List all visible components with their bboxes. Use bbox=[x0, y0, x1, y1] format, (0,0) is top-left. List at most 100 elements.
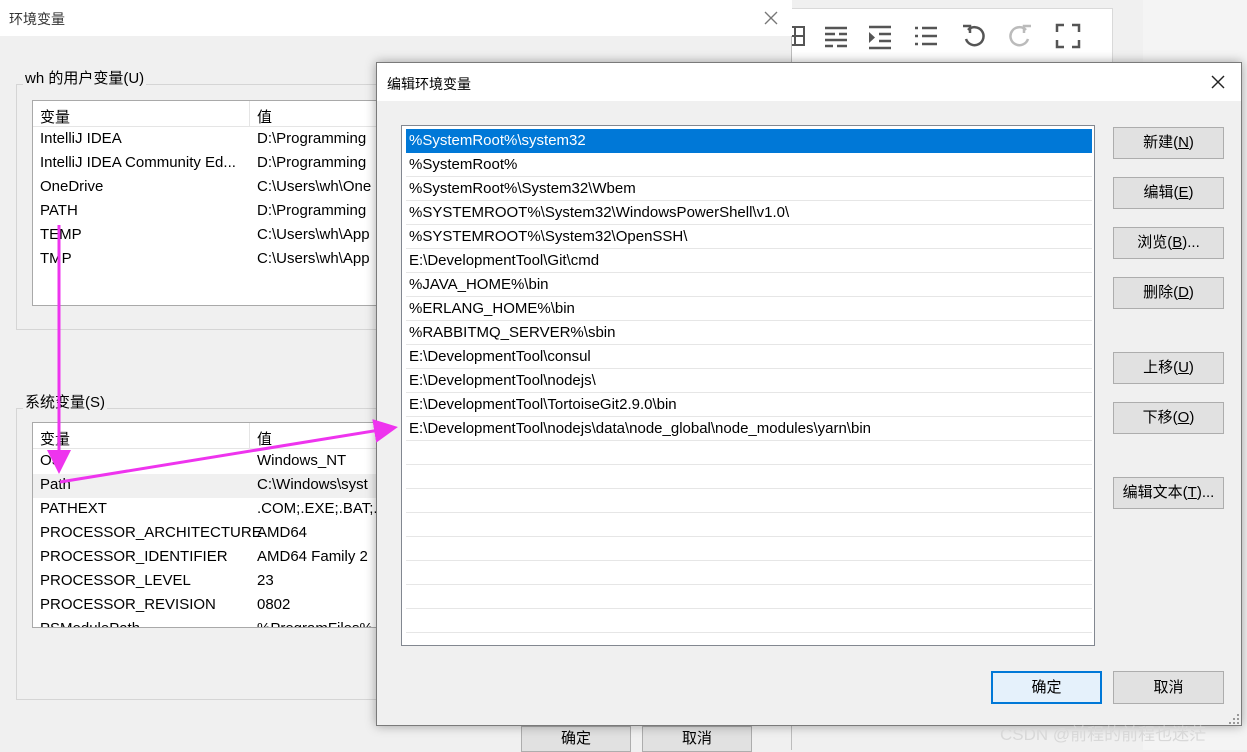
path-item[interactable]: E:\DevelopmentTool\consul bbox=[406, 345, 1092, 369]
column-header-name[interactable]: 变量 bbox=[40, 428, 70, 449]
var-value: %ProgramFiles% bbox=[257, 620, 373, 627]
edit-text-button[interactable]: 编辑文本(T)... bbox=[1113, 477, 1224, 509]
table-row[interactable]: PATHEXT .COM;.EXE;.BAT;. bbox=[33, 498, 391, 522]
var-value: Windows_NT bbox=[257, 452, 347, 469]
path-item[interactable]: E:\DevelopmentTool\nodejs\data\node_glob… bbox=[406, 417, 1092, 441]
table-row[interactable]: PATH D:\Programming bbox=[33, 200, 391, 224]
button-label-tail: ) bbox=[1188, 284, 1194, 301]
var-value: AMD64 Family 2 bbox=[257, 548, 368, 565]
list-icon[interactable] bbox=[911, 21, 941, 51]
path-list[interactable]: %SystemRoot%\system32 %SystemRoot% %Syst… bbox=[401, 125, 1095, 646]
ok-button[interactable]: 确定 bbox=[991, 671, 1102, 704]
path-item[interactable]: E:\DevelopmentTool\nodejs\ bbox=[406, 369, 1092, 393]
var-value: C:\Users\wh\App bbox=[257, 226, 370, 243]
access-key: N bbox=[1178, 134, 1189, 151]
table-row[interactable]: PROCESSOR_ARCHITECTURE AMD64 bbox=[33, 522, 391, 546]
button-label-tail: )... bbox=[1182, 234, 1200, 251]
column-header-value[interactable]: 值 bbox=[257, 428, 272, 449]
path-item[interactable]: %JAVA_HOME%\bin bbox=[406, 273, 1092, 297]
table-row-path[interactable]: Path C:\Windows\syst bbox=[33, 474, 391, 498]
var-value: 23 bbox=[257, 572, 274, 589]
path-item[interactable]: %SystemRoot%\system32 bbox=[406, 129, 1092, 153]
move-down-button[interactable]: 下移(O) bbox=[1113, 402, 1224, 434]
button-label-tail: ) bbox=[1188, 134, 1194, 151]
path-item[interactable]: %SystemRoot%\System32\Wbem bbox=[406, 177, 1092, 201]
var-value: C:\Users\wh\One bbox=[257, 178, 372, 195]
path-item[interactable]: %SystemRoot% bbox=[406, 153, 1092, 177]
var-value: D:\Programming bbox=[257, 130, 367, 147]
empty-row[interactable] bbox=[406, 441, 1092, 465]
var-value: .COM;.EXE;.BAT;. bbox=[257, 500, 378, 517]
empty-row[interactable] bbox=[406, 513, 1092, 537]
undo-icon[interactable] bbox=[959, 21, 989, 51]
fullscreen-icon[interactable] bbox=[1053, 21, 1083, 51]
indent-icon[interactable] bbox=[865, 21, 895, 51]
table-row[interactable]: OS Windows_NT bbox=[33, 450, 391, 474]
system-vars-list[interactable]: 变量 值 OS Windows_NT Path C:\Windows\syst PA… bbox=[32, 422, 392, 628]
access-key: B bbox=[1172, 234, 1183, 251]
var-value: D:\Programming bbox=[257, 202, 367, 219]
path-item[interactable]: E:\DevelopmentTool\TortoiseGit2.9.0\bin bbox=[406, 393, 1092, 417]
button-label: 新建( bbox=[1143, 134, 1179, 151]
user-vars-list[interactable]: 变量 值 IntelliJ IDEA D:\Programming Intelli… bbox=[32, 100, 392, 306]
list-header: 变量 值 bbox=[33, 423, 391, 449]
var-value: C:\Users\wh\App bbox=[257, 250, 370, 267]
cancel-button[interactable]: 取消 bbox=[1113, 671, 1224, 704]
env-ok-button[interactable]: 确定 bbox=[521, 726, 631, 752]
table-row[interactable]: OneDrive C:\Users\wh\One bbox=[33, 176, 391, 200]
path-item[interactable]: %RABBITMQ_SERVER%\sbin bbox=[406, 321, 1092, 345]
env-cancel-button[interactable]: 取消 bbox=[642, 726, 752, 752]
path-item[interactable]: %SYSTEMROOT%\System32\WindowsPowerShell\… bbox=[406, 201, 1092, 225]
new-button[interactable]: 新建(N) bbox=[1113, 127, 1224, 159]
var-name: PROCESSOR_REVISION bbox=[40, 596, 216, 613]
var-value: 0802 bbox=[257, 596, 291, 613]
table-row[interactable]: PROCESSOR_IDENTIFIER AMD64 Family 2 bbox=[33, 546, 391, 570]
table-row[interactable]: IntelliJ IDEA D:\Programming bbox=[33, 128, 391, 152]
move-up-button[interactable]: 上移(U) bbox=[1113, 352, 1224, 384]
path-item[interactable]: E:\DevelopmentTool\Git\cmd bbox=[406, 249, 1092, 273]
browse-button[interactable]: 浏览(B)... bbox=[1113, 227, 1224, 259]
column-header-name[interactable]: 变量 bbox=[40, 106, 70, 127]
access-key: D bbox=[1178, 284, 1189, 301]
empty-row[interactable] bbox=[406, 609, 1092, 633]
var-name: PATH bbox=[40, 202, 78, 219]
resize-grip-icon[interactable] bbox=[1228, 712, 1240, 724]
close-icon[interactable] bbox=[1207, 71, 1229, 93]
path-item[interactable]: %SYSTEMROOT%\System32\OpenSSH\ bbox=[406, 225, 1092, 249]
delete-button[interactable]: 删除(D) bbox=[1113, 277, 1224, 309]
button-label: 下移( bbox=[1142, 409, 1178, 426]
var-name: TEMP bbox=[40, 226, 82, 243]
button-label-tail: )... bbox=[1196, 484, 1215, 501]
access-key: T bbox=[1187, 484, 1197, 501]
table-row[interactable]: TMP C:\Users\wh\App bbox=[33, 248, 391, 272]
button-label-tail: ) bbox=[1188, 359, 1194, 376]
var-name: OS bbox=[40, 452, 62, 469]
redo-icon[interactable] bbox=[1005, 21, 1035, 51]
close-icon[interactable] bbox=[758, 5, 784, 31]
table-row[interactable]: PROCESSOR_REVISION 0802 bbox=[33, 594, 391, 618]
list-header: 变量 值 bbox=[33, 101, 391, 127]
title-bar: 编辑环境变量 bbox=[377, 63, 1241, 101]
button-label: 浏览( bbox=[1137, 234, 1173, 251]
var-name: IntelliJ IDEA bbox=[40, 130, 122, 147]
align-justify-icon[interactable] bbox=[821, 21, 851, 51]
table-row[interactable]: PSModulePath %ProgramFiles% bbox=[33, 618, 391, 627]
empty-row[interactable] bbox=[406, 537, 1092, 561]
empty-row[interactable] bbox=[406, 465, 1092, 489]
path-item[interactable]: %ERLANG_HOME%\bin bbox=[406, 297, 1092, 321]
access-key: U bbox=[1178, 359, 1189, 376]
button-label: 编辑( bbox=[1143, 184, 1179, 201]
edit-button[interactable]: 编辑(E) bbox=[1113, 177, 1224, 209]
var-name: OneDrive bbox=[40, 178, 104, 195]
editor-toolbar bbox=[780, 8, 1113, 63]
button-label: 编辑文本( bbox=[1122, 484, 1188, 501]
table-row[interactable]: TEMP C:\Users\wh\App bbox=[33, 224, 391, 248]
empty-row[interactable] bbox=[406, 489, 1092, 513]
table-row[interactable]: IntelliJ IDEA Community Ed... D:\Programm… bbox=[33, 152, 391, 176]
edit-environment-variable-dialog: 编辑环境变量 %SystemRoot%\system32 %SystemRoot… bbox=[376, 62, 1242, 726]
table-row[interactable]: PROCESSOR_LEVEL 23 bbox=[33, 570, 391, 594]
empty-row[interactable] bbox=[406, 585, 1092, 609]
empty-row[interactable] bbox=[406, 561, 1092, 585]
user-vars-label: wh 的用户变量(U) bbox=[23, 67, 147, 88]
column-header-value[interactable]: 值 bbox=[257, 106, 272, 127]
